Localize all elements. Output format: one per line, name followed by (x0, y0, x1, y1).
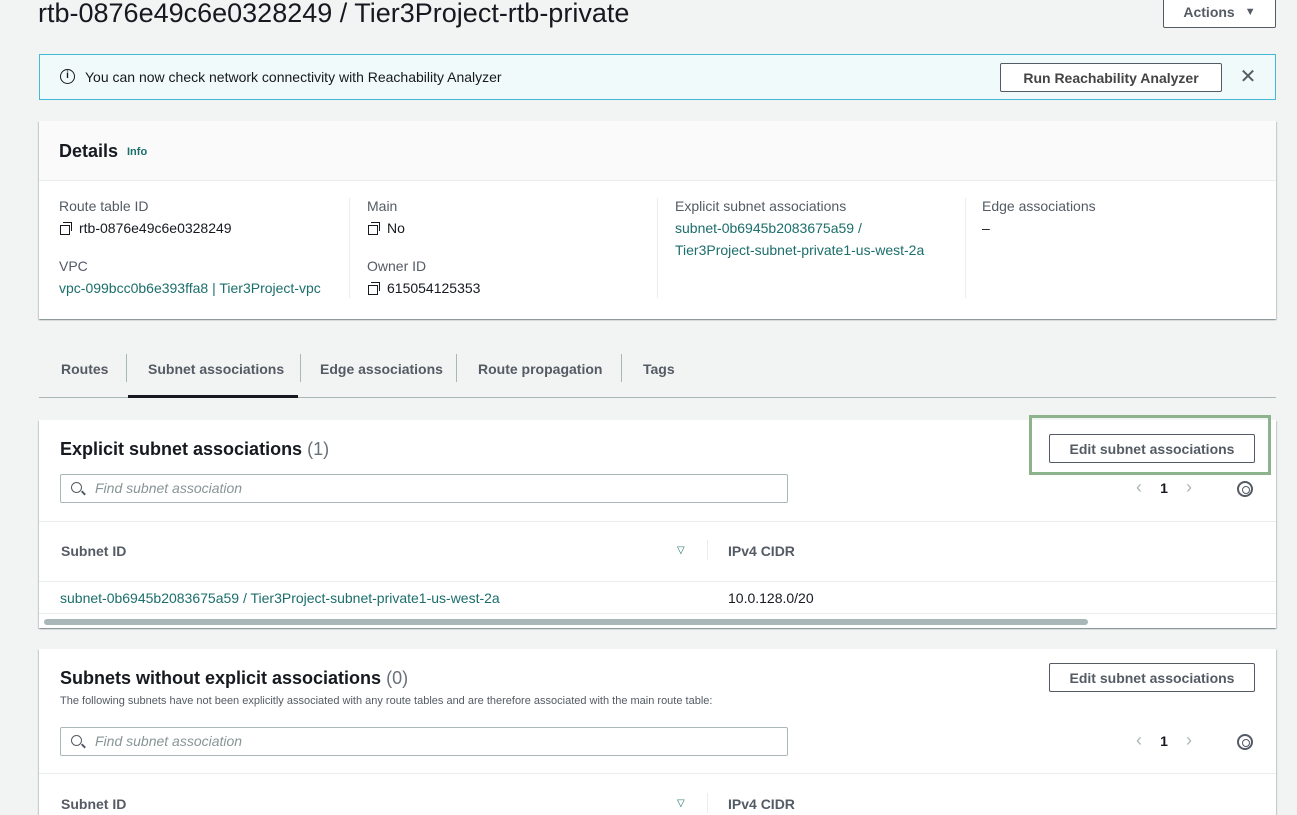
active-tab-indicator (128, 395, 298, 398)
section-count: (1) (307, 439, 330, 459)
column-header-subnet-id[interactable]: Subnet ID (61, 796, 126, 812)
main-text: No (387, 220, 405, 236)
divider (39, 613, 1276, 614)
page-number[interactable]: 1 (1149, 733, 1179, 749)
search-field[interactable] (60, 727, 788, 756)
actions-button[interactable]: Actions ▼ (1163, 0, 1276, 28)
column-header-subnet-id[interactable]: Subnet ID (61, 543, 126, 559)
search-input[interactable] (95, 480, 775, 496)
tab-separator (621, 354, 622, 382)
tab-routes[interactable]: Routes (61, 361, 108, 377)
caret-down-icon: ▼ (1244, 6, 1256, 18)
column-resizer[interactable] (707, 793, 708, 813)
tab-separator (300, 354, 301, 382)
edge-associations-label: Edge associations (982, 198, 1096, 214)
copy-icon[interactable] (368, 282, 380, 295)
page-title: rtb-0876e49c6e0328249 / Tier3Project-rtb… (38, 0, 630, 28)
route-table-id-value: rtb-0876e49c6e0328249 (60, 220, 232, 236)
search-input[interactable] (95, 733, 775, 749)
explicit-associations-panel: Explicit subnet associations (1) Edit su… (39, 415, 1276, 628)
implicit-associations-panel: Subnets without explicit associations (0… (39, 649, 1276, 815)
section-title: Explicit subnet associations (1) (60, 439, 329, 460)
search-icon (71, 735, 82, 746)
explicit-associations-label: Explicit subnet associations (675, 198, 847, 214)
chevron-right-icon[interactable]: › (1179, 730, 1199, 751)
vpc-link[interactable]: vpc-099bcc0b6e393ffa8 | Tier3Project-vpc (59, 280, 321, 296)
search-field[interactable] (60, 474, 788, 503)
column-resizer[interactable] (707, 540, 708, 560)
tab-route-propagation[interactable]: Route propagation (478, 361, 602, 377)
sort-icon[interactable]: ▽ (677, 545, 685, 556)
sort-icon[interactable]: ▽ (677, 798, 685, 809)
info-banner: i You can now check network connectivity… (39, 54, 1276, 100)
divider (39, 773, 1276, 774)
pagination: ‹ 1 › (1129, 477, 1199, 498)
info-link[interactable]: Info (127, 146, 147, 158)
settings-gear-icon[interactable] (1237, 481, 1253, 497)
tab-tags[interactable]: Tags (643, 361, 675, 377)
section-title-text: Explicit subnet associations (60, 439, 303, 459)
page-number[interactable]: 1 (1149, 480, 1179, 496)
tab-subnet-associations[interactable]: Subnet associations (148, 361, 284, 377)
banner-text: You can now check network connectivity w… (85, 69, 502, 85)
details-header: Details Info (39, 121, 1276, 181)
explicit-association-link-cont[interactable]: Tier3Project-subnet-private1-us-west-2a (675, 242, 924, 258)
edit-subnet-associations-button[interactable]: Edit subnet associations (1049, 434, 1255, 463)
search-icon (71, 482, 82, 493)
explicit-association-link[interactable]: subnet-0b6945b2083675a59 / (675, 220, 862, 236)
route-table-id-label: Route table ID (59, 198, 149, 214)
details-title: Details (59, 141, 119, 161)
tab-separator (456, 354, 457, 382)
copy-icon[interactable] (60, 222, 72, 235)
divider (657, 198, 658, 298)
actions-label: Actions (1183, 4, 1235, 20)
main-value: No (368, 220, 405, 236)
pagination: ‹ 1 › (1129, 730, 1199, 751)
main-label: Main (367, 198, 398, 214)
settings-gear-icon[interactable] (1237, 734, 1253, 750)
tab-edge-associations[interactable]: Edge associations (320, 361, 443, 377)
section-description: The following subnets have not been expl… (60, 695, 713, 707)
owner-id-text: 615054125353 (387, 280, 481, 296)
chevron-left-icon[interactable]: ‹ (1129, 730, 1149, 751)
subnet-link[interactable]: subnet-0b6945b2083675a59 / Tier3Project-… (60, 590, 500, 606)
info-icon: i (60, 69, 75, 84)
divider (349, 198, 350, 298)
cidr-value: 10.0.128.0/20 (728, 590, 814, 606)
details-panel: Details Info Route table ID rtb-0876e49c… (39, 121, 1276, 319)
edge-associations-value: – (982, 220, 990, 236)
owner-id-value: 615054125353 (368, 280, 480, 296)
run-reachability-analyzer-button[interactable]: Run Reachability Analyzer (1000, 63, 1222, 92)
owner-id-label: Owner ID (367, 258, 427, 274)
close-icon[interactable]: ✕ (1236, 63, 1260, 91)
edit-subnet-associations-button[interactable]: Edit subnet associations (1049, 663, 1255, 692)
scrollbar-thumb[interactable] (44, 619, 1088, 625)
divider (39, 581, 1276, 582)
divider (39, 521, 1276, 522)
chevron-right-icon[interactable]: › (1179, 477, 1199, 498)
section-count: (0) (386, 668, 409, 688)
chevron-left-icon[interactable]: ‹ (1129, 477, 1149, 498)
route-table-id-text: rtb-0876e49c6e0328249 (79, 220, 232, 236)
copy-icon[interactable] (368, 222, 380, 235)
tab-separator (126, 354, 127, 382)
divider (965, 198, 966, 298)
vpc-label: VPC (59, 258, 88, 274)
column-header-ipv4-cidr[interactable]: IPv4 CIDR (728, 796, 795, 812)
section-title: Subnets without explicit associations (0… (60, 668, 408, 689)
section-title-text: Subnets without explicit associations (60, 668, 382, 688)
column-header-ipv4-cidr[interactable]: IPv4 CIDR (728, 543, 795, 559)
